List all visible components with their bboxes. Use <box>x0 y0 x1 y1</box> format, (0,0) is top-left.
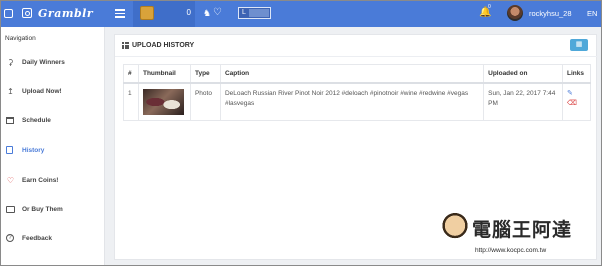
sidebar-item-label: Daily Winners <box>22 59 65 66</box>
coins-icon <box>140 6 154 20</box>
toggle-label: L <box>240 9 248 17</box>
column-header: Uploaded on <box>483 64 563 84</box>
watermark-url: http://www.kocpc.com.tw <box>475 247 547 254</box>
coins-count: 0 <box>186 8 191 17</box>
sidebar-item-feedback[interactable]: ? Feedback <box>1 231 105 249</box>
mode-toggle[interactable]: L <box>238 7 271 19</box>
avatar[interactable] <box>507 5 523 21</box>
coins-display[interactable]: 0 <box>133 1 195 27</box>
sidebar: Navigation ⚳ Daily Winners ↥ Upload Now!… <box>1 27 105 265</box>
column-header: Type <box>189 64 221 84</box>
sidebar-item-label: Earn Coins! <box>22 177 59 184</box>
trash-icon: ▦ <box>575 41 583 48</box>
panel-header: UPLOAD HISTORY ▦ <box>115 35 598 57</box>
row-links: ✎⌫ <box>561 82 592 121</box>
sidebar-item-history[interactable]: History <box>1 143 105 161</box>
grid-icon <box>122 42 129 49</box>
history-table: # Thumbnail Type Caption Uploaded on Lin… <box>123 64 592 121</box>
clear-history-button[interactable]: ▦ <box>570 39 588 51</box>
sidebar-item-buy-coins[interactable]: Or Buy Them <box>1 202 105 220</box>
help-icon: ? <box>6 234 14 242</box>
sidebar-item-upload-now[interactable]: ↥ Upload Now! <box>1 84 105 102</box>
column-header: Links <box>561 64 592 84</box>
page-title: UPLOAD HISTORY <box>132 42 195 49</box>
column-header: # <box>123 64 139 84</box>
hamburger-menu-icon[interactable] <box>115 7 125 19</box>
heart-icon: ♡ <box>6 176 15 185</box>
sidebar-heading: Navigation <box>5 35 36 42</box>
upload-icon: ↥ <box>7 87 14 96</box>
notification-badge: 0 <box>488 4 491 10</box>
row-uploaded-on: Sun, Jan 22, 2017 7:44 PM <box>483 82 563 121</box>
sidebar-item-label: Or Buy Them <box>22 206 63 213</box>
history-icon <box>6 146 13 154</box>
watermark-mascot-icon <box>442 213 468 241</box>
heart-outline-icon[interactable]: ♡ <box>213 7 222 18</box>
delete-icon[interactable]: ⌫ <box>567 99 577 109</box>
gramblr-logo-icon <box>4 9 13 18</box>
toggle-knob <box>249 9 269 17</box>
language-selector[interactable]: EN <box>587 9 597 18</box>
wallet-icon <box>6 206 15 213</box>
column-header: Thumbnail <box>137 64 191 84</box>
watermark-site-name: 電腦王阿達 <box>472 219 573 241</box>
instagram-icon <box>22 8 32 18</box>
top-navbar: Gramblr 0 ♞ ♡ L 🔔 0 rockyhsu_28 EN <box>1 1 601 27</box>
thumbnail-image[interactable] <box>142 88 184 115</box>
table-header-row: # Thumbnail Type Caption Uploaded on Lin… <box>123 64 592 84</box>
trophy-icon: ⚳ <box>7 58 14 67</box>
sidebar-item-daily-winners[interactable]: ⚳ Daily Winners <box>1 55 105 73</box>
row-type: Photo <box>189 82 221 121</box>
person-icon[interactable]: ♞ <box>203 8 211 19</box>
app-title: Gramblr <box>38 7 94 20</box>
row-number: 1 <box>123 82 139 121</box>
column-header: Caption <box>219 64 485 84</box>
sidebar-item-label: History <box>22 147 45 154</box>
sidebar-item-label: Upload Now! <box>22 88 62 95</box>
table-row: 1 Photo DeLoach Russian River Pinot Noir… <box>123 82 592 121</box>
sidebar-item-label: Feedback <box>22 235 52 242</box>
sidebar-item-label: Schedule <box>22 117 51 124</box>
calendar-icon <box>6 117 14 124</box>
open-link-icon[interactable]: ✎ <box>567 89 573 99</box>
sidebar-item-earn-coins[interactable]: ♡ Earn Coins! <box>1 173 105 191</box>
username[interactable]: rockyhsu_28 <box>529 9 572 18</box>
thumbnail-cell <box>137 82 191 121</box>
row-caption: DeLoach Russian River Pinot Noir 2012 #d… <box>219 82 485 121</box>
sidebar-item-schedule[interactable]: Schedule <box>1 113 105 131</box>
